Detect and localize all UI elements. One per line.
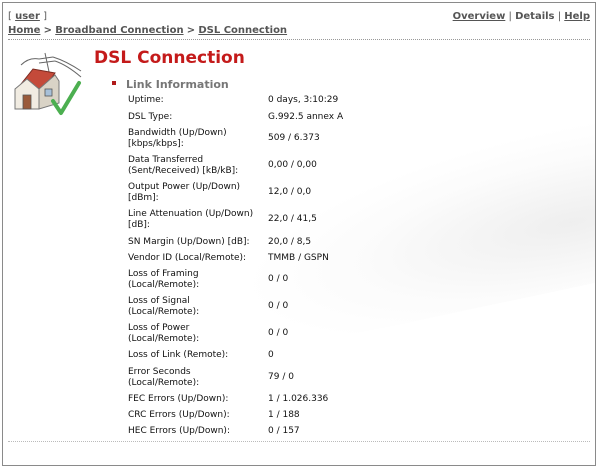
info-value: 12,0 / 0,0 xyxy=(268,187,312,197)
nav-separator: | xyxy=(508,11,512,22)
info-value: 0 / 157 xyxy=(268,426,300,436)
header-divider xyxy=(8,39,590,40)
info-label: SN Margin (Up/Down) [dB]: xyxy=(128,237,250,247)
info-value: 0,00 / 0,00 xyxy=(268,160,317,170)
breadcrumb-separator: > xyxy=(186,25,196,36)
info-label: DSL Type: xyxy=(128,112,173,122)
breadcrumb-home[interactable]: Home xyxy=(8,25,40,36)
breadcrumb-separator: > xyxy=(43,25,53,36)
info-label: Bandwidth (Up/Down) [kbps/kbps]: xyxy=(128,128,227,149)
breadcrumb-dsl[interactable]: DSL Connection xyxy=(198,25,287,36)
section-title: Link Information xyxy=(126,78,229,91)
info-value: 0 days, 3:10:29 xyxy=(268,95,339,105)
page-title: DSL Connection xyxy=(94,48,245,68)
top-nav-links: Overview | Details | Help xyxy=(453,11,590,22)
info-label: Uptime: xyxy=(128,95,164,105)
section-bullet xyxy=(112,81,116,85)
info-value: 79 / 0 xyxy=(268,372,294,382)
help-link[interactable]: Help xyxy=(564,11,590,22)
info-value: 0 / 0 xyxy=(268,301,289,311)
page-frame: [ user ] Overview | Details | Help Home … xyxy=(2,2,596,466)
info-label: Error Seconds (Local/Remote): xyxy=(128,367,200,388)
info-value: 0 / 0 xyxy=(268,328,289,338)
info-value: TMMB / GSPN xyxy=(268,253,329,263)
nav-separator: | xyxy=(557,11,562,22)
info-label: Output Power (Up/Down) [dBm]: xyxy=(128,182,241,203)
info-label: FEC Errors (Up/Down): xyxy=(128,394,229,404)
info-label: Data Transferred (Sent/Received) [kB/kB]… xyxy=(128,155,239,176)
details-link[interactable]: Details xyxy=(515,11,554,22)
info-label: CRC Errors (Up/Down): xyxy=(128,410,230,420)
info-label: HEC Errors (Up/Down): xyxy=(128,426,230,436)
info-label: Loss of Link (Remote): xyxy=(128,350,229,360)
bracket-open: [ xyxy=(8,11,12,22)
info-value: 0 xyxy=(268,350,274,360)
breadcrumb-broadband[interactable]: Broadband Connection xyxy=(55,25,183,36)
info-value: 0 / 0 xyxy=(268,274,289,284)
info-label: Loss of Signal (Local/Remote): xyxy=(128,296,200,317)
info-label: Vendor ID (Local/Remote): xyxy=(128,253,247,263)
user-box: [ user ] xyxy=(8,11,47,22)
section-heading: Link Information xyxy=(112,78,229,91)
background-swoosh xyxy=(222,111,595,355)
info-value: 22,0 / 41,5 xyxy=(268,214,317,224)
info-label: Line Attenuation (Up/Down) [dB]: xyxy=(128,209,254,230)
info-label: Loss of Framing (Local/Remote): xyxy=(128,269,200,290)
user-link[interactable]: user xyxy=(15,11,40,22)
house-with-checkmark-icon xyxy=(14,52,82,115)
footer-divider xyxy=(8,441,590,442)
bracket-close: ] xyxy=(43,11,47,22)
info-value: 1 / 1.026.336 xyxy=(268,394,329,404)
info-value: 20,0 / 8,5 xyxy=(268,237,312,247)
info-label: Loss of Power (Local/Remote): xyxy=(128,323,200,344)
breadcrumb: Home > Broadband Connection > DSL Connec… xyxy=(8,25,287,36)
overview-link[interactable]: Overview xyxy=(453,11,506,22)
info-value: G.992.5 annex A xyxy=(268,112,344,122)
info-value: 1 / 188 xyxy=(268,410,300,420)
info-value: 509 / 6.373 xyxy=(268,133,320,143)
